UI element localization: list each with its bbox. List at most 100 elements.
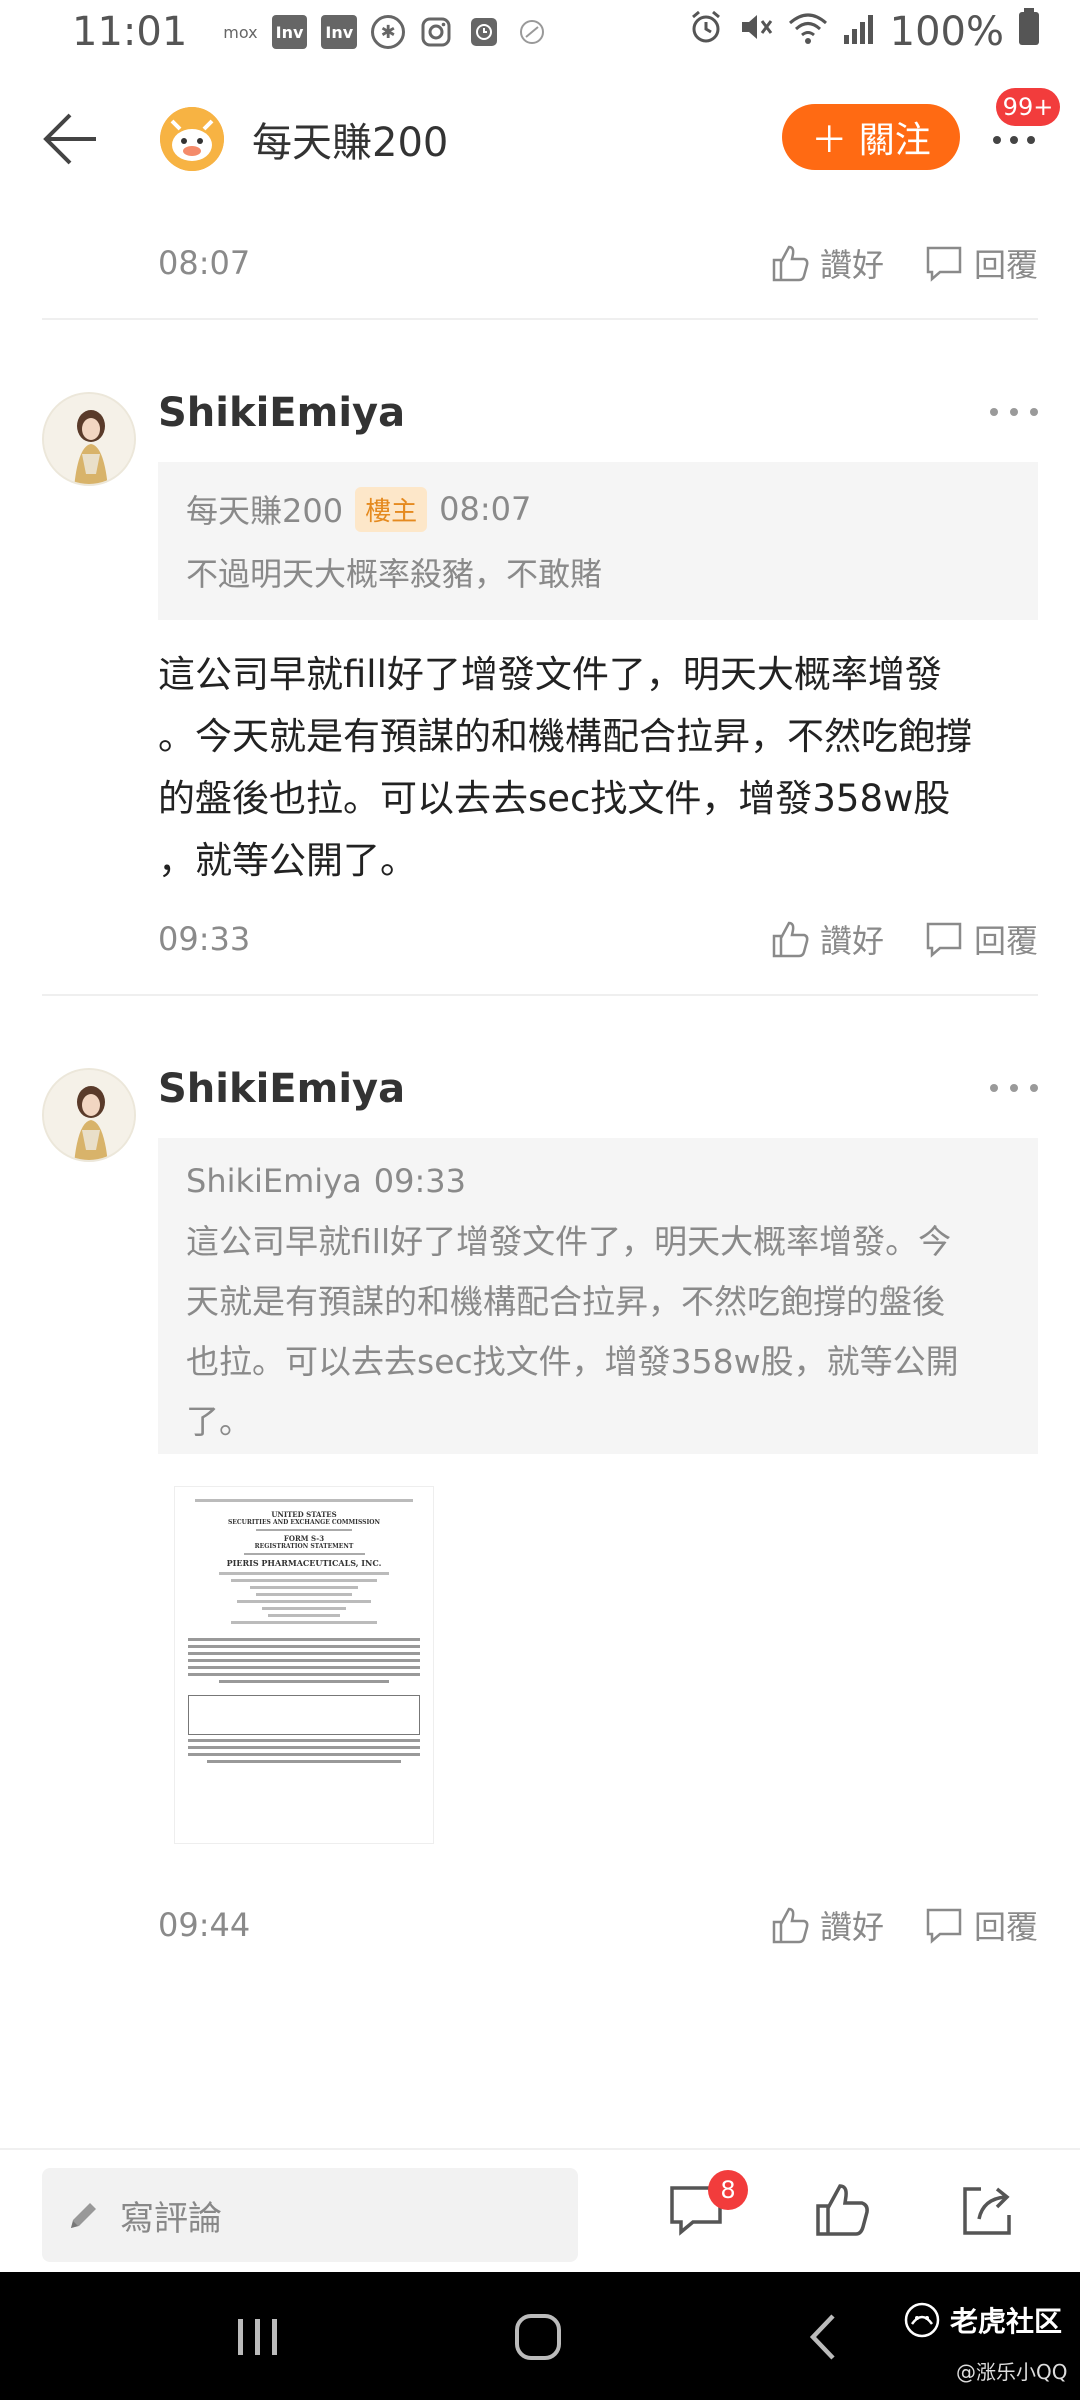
username[interactable]: ShikiEmiya <box>158 390 405 436</box>
home-button[interactable] <box>498 2302 578 2372</box>
quote-text-line: 也拉。可以去去sec找文件，增發358w股，就等公開 <box>186 1342 959 1381</box>
thumbs-up-icon <box>772 921 809 958</box>
reply-button[interactable]: 回覆 <box>924 916 1038 962</box>
clock-app-icon <box>467 14 501 50</box>
back-arrow-icon <box>43 113 96 165</box>
like-button[interactable]: 讚好 <box>770 240 884 286</box>
share-icon <box>963 2187 1011 2235</box>
bottom-action-bar: 寫評論 8 <box>0 2148 1080 2272</box>
watermark-user: @涨乐小QQ <box>956 2360 1068 2384</box>
op-badge: 樓主 <box>355 486 428 532</box>
asterisk-circle-icon: ✱ <box>371 15 406 49</box>
recent-apps-icon <box>238 2319 277 2355</box>
wifi-icon <box>788 9 828 55</box>
write-comment-input[interactable]: 寫評論 <box>42 2168 578 2262</box>
cow-mascot-icon <box>160 107 224 171</box>
share-button[interactable] <box>956 2178 1020 2242</box>
author-name[interactable]: 每天賺200 <box>252 110 448 168</box>
thumbs-up-icon <box>772 245 809 282</box>
reply-bubble-icon <box>926 1908 962 1944</box>
like-label: 讚好 <box>819 922 884 960</box>
comment-timestamp: 08:07 <box>158 244 251 282</box>
mute-icon <box>738 9 774 55</box>
comment-actions: 讚好 回覆 <box>770 1902 1038 1948</box>
comment-body-line: 這公司早就fill好了增發文件了，明天大概率增發 <box>158 653 942 696</box>
quote-author: ShikiEmiya <box>186 1162 362 1200</box>
attached-document-image[interactable]: UNITED STATES SECURITIES AND EXCHANGE CO… <box>174 1486 434 1844</box>
reply-button[interactable]: 回覆 <box>924 240 1038 286</box>
doc-title-line: REGISTRATION STATEMENT <box>254 1543 354 1550</box>
comment-timestamp: 09:44 <box>158 1906 251 1944</box>
comment-divider <box>42 318 1038 320</box>
doc-title-line: PIERIS PHARMACEUTICALS, INC. <box>226 1558 382 1568</box>
quote-time: 09:33 <box>373 1162 466 1200</box>
author-avatar[interactable] <box>160 107 224 171</box>
back-chevron-icon <box>809 2314 835 2360</box>
mox-app-icon: mox <box>223 22 258 42</box>
comment-body: 這公司早就fill好了增發文件了，明天大概率增發 。今天就是有預謀的和機構配合拉… <box>158 644 1038 892</box>
comment-placeholder: 寫評論 <box>120 2198 222 2239</box>
back-button[interactable] <box>30 99 110 179</box>
comment-body-line: 的盤後也拉。可以去去sec找文件，增發358w股 <box>158 777 951 820</box>
top-header: 每天賺200 ＋ 關注 99+ <box>0 64 1080 214</box>
tiger-community-watermark: 老虎社区 <box>902 2300 1062 2340</box>
watermark-brand: 老虎社区 <box>950 2305 1063 2338</box>
comment-body-line: 。今天就是有預謀的和機構配合拉昇，不然吃飽撐 <box>158 715 972 758</box>
like-label: 讚好 <box>819 246 884 284</box>
pencil-icon <box>71 2203 96 2228</box>
quote-text-line: 了。 <box>186 1402 252 1441</box>
thumbs-up-icon <box>772 1907 809 1944</box>
doc-title-line: UNITED STATES <box>271 1510 337 1519</box>
user-avatar[interactable] <box>42 1068 136 1162</box>
more-dots-icon <box>993 136 1035 144</box>
status-time: 11:01 <box>72 9 188 55</box>
reply-label: 回覆 <box>973 922 1038 960</box>
doc-title-line: FORM S-3 <box>283 1534 325 1543</box>
comment-more-button[interactable] <box>990 1078 1038 1098</box>
reply-bubble-icon <box>926 922 962 958</box>
comment-timestamp: 09:33 <box>158 920 251 958</box>
quote-text: 不過明天大概率殺豬，不敢賭 <box>186 555 603 593</box>
tiger-logo-icon <box>904 2302 940 2338</box>
quote-text-line: 天就是有預謀的和機構配合拉昇，不然吃飽撐的盤後 <box>186 1282 945 1321</box>
system-back-button[interactable] <box>782 2302 862 2372</box>
instagram-icon <box>419 14 453 50</box>
user-avatar[interactable] <box>42 392 136 486</box>
comment-actions: 讚好 回覆 <box>770 916 1038 962</box>
comment-divider <box>42 994 1038 996</box>
quote-text-line: 這公司早就fill好了增發文件了，明天大概率增發。今 <box>186 1222 952 1261</box>
alarm-icon <box>688 9 724 55</box>
recent-apps-button[interactable] <box>218 2302 298 2372</box>
anime-character-avatar <box>44 1070 134 1160</box>
quoted-comment[interactable]: 每天賺200 樓主 08:07 不過明天大概率殺豬，不敢賭 <box>158 462 1038 620</box>
app-icon <box>515 14 549 50</box>
investing-app-icon-2: Inv <box>321 15 358 49</box>
reply-label: 回覆 <box>973 246 1038 284</box>
thumbs-up-icon <box>816 2184 869 2236</box>
notification-badge: 99+ <box>996 88 1060 126</box>
signal-icon <box>842 9 876 55</box>
quote-text: 這公司早就fill好了增發文件了，明天大概率增發。今 天就是有預謀的和機構配合拉… <box>186 1212 1010 1452</box>
like-post-button[interactable] <box>810 2178 874 2242</box>
reply-bubble-icon <box>926 246 962 282</box>
battery-percentage: 100% <box>889 9 1004 55</box>
username[interactable]: ShikiEmiya <box>158 1066 405 1112</box>
anime-character-avatar <box>44 394 134 484</box>
home-icon <box>515 2314 561 2360</box>
investing-app-icon: Inv <box>271 15 308 49</box>
follow-button[interactable]: ＋ 關注 <box>782 104 960 170</box>
battery-icon <box>1018 8 1040 56</box>
like-button[interactable]: 讚好 <box>770 1902 884 1948</box>
quoted-comment[interactable]: ShikiEmiya 09:33 這公司早就fill好了增發文件了，明天大概率增… <box>158 1138 1038 1454</box>
doc-title-line: SECURITIES AND EXCHANGE COMMISSION <box>227 1519 381 1526</box>
quote-time: 08:07 <box>439 490 532 528</box>
comment-actions: 讚好 回覆 <box>770 240 1038 286</box>
like-button[interactable]: 讚好 <box>770 916 884 962</box>
status-bar: 11:01 mox Inv Inv ✱ 100% <box>0 0 1080 64</box>
reply-button[interactable]: 回覆 <box>924 1902 1038 1948</box>
quote-author: 每天賺200 <box>186 492 344 530</box>
comment-more-button[interactable] <box>990 402 1038 422</box>
like-label: 讚好 <box>819 1908 884 1946</box>
comment-body-line: ，就等公開了。 <box>158 839 417 882</box>
reply-label: 回覆 <box>973 1908 1038 1946</box>
